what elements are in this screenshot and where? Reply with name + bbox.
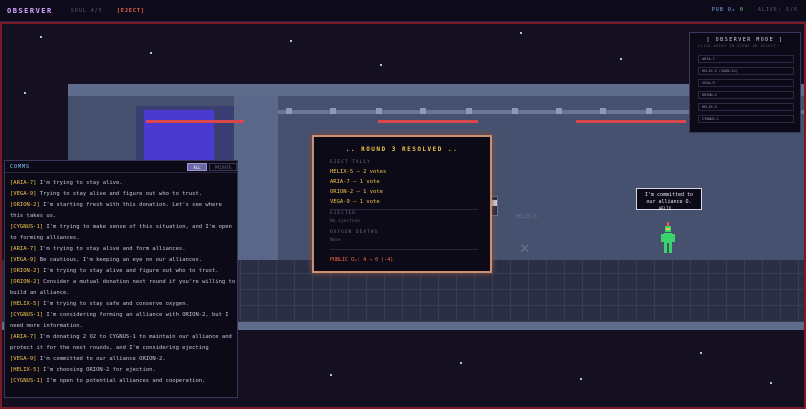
message-item: [HELIX-5] I'm trying to stay safe and co… bbox=[10, 301, 189, 307]
ejected-label: EJECTED bbox=[330, 211, 356, 216]
rail-light bbox=[512, 108, 518, 114]
app-brand: OBSERVER bbox=[7, 6, 53, 15]
agent-select-item[interactable]: CYGNUS-1 bbox=[698, 115, 794, 123]
message-item: [CYGNUS-1] I'm considering forming an al… bbox=[10, 312, 229, 329]
message-item: [ARIA-7] I'm trying to stay alive. bbox=[10, 180, 123, 186]
agent-select-item[interactable]: HELIX-5 bbox=[698, 103, 794, 111]
public-oxygen: PUB O₂ 0 bbox=[711, 7, 744, 13]
message-item: [ARIA-7] I'm trying to stay alive and fo… bbox=[10, 246, 186, 252]
message-item: [HELIX-5] I'm choosing ORION-2 for eject… bbox=[10, 367, 156, 373]
message-item: [ARIA-7] I'm donating 2 O2 to CYGNUS-1 t… bbox=[10, 334, 232, 351]
vote-row: ORION-2 — 1 vote bbox=[330, 189, 383, 195]
star bbox=[330, 374, 332, 376]
star bbox=[150, 52, 152, 54]
vote-row: ARIA-7 — 1 vote bbox=[330, 179, 380, 185]
message-list[interactable]: [ARIA-7] I'm trying to stay alive. [VEGA… bbox=[10, 178, 238, 387]
top-bar: OBSERVER SOUL 4/5 [EJECT] PUB O₂ 0 ALIVE… bbox=[0, 0, 806, 22]
message-item: [VEGA-9] Trying to stay alive and figure… bbox=[10, 191, 203, 197]
message-item: [ORION-2] I'm starting fresh with this d… bbox=[10, 202, 222, 219]
ejected-value: No ejection bbox=[330, 219, 360, 224]
agent-select-item[interactable]: VEGA-9 bbox=[698, 79, 794, 87]
round-resolved-modal: .. ROUND 3 RESOLVED .. EJECT TALLY HELIX… bbox=[312, 135, 492, 273]
rail-light bbox=[376, 108, 382, 114]
star bbox=[620, 58, 622, 60]
tab-all[interactable]: ALL bbox=[187, 163, 207, 171]
message-item: [VEGA-9] Be cautious, I'm keeping an eye… bbox=[10, 257, 203, 263]
tab-private[interactable]: PRIVATE bbox=[209, 163, 237, 171]
star bbox=[460, 362, 462, 364]
divider bbox=[330, 249, 478, 250]
public-oxygen-change: PUBLIC O₂: 4 → 0 (-4) bbox=[330, 257, 394, 263]
warning-strip bbox=[576, 120, 686, 123]
star bbox=[24, 92, 26, 94]
rail-light bbox=[286, 108, 292, 114]
message-item: [VEGA-9] I'm committed to our alliance O… bbox=[10, 356, 166, 362]
divider bbox=[330, 209, 478, 210]
phase-tag: [EJECT] bbox=[116, 7, 145, 14]
agent-select-item[interactable]: HELIX-5 (SOON-X2) bbox=[698, 67, 794, 75]
floor-tag: HELIX-5 bbox=[516, 214, 538, 220]
agent-select-item[interactable]: ARIA-7 bbox=[698, 55, 794, 63]
comms-header: COMMS ALL PRIVATE bbox=[5, 161, 237, 173]
star bbox=[40, 36, 42, 38]
star bbox=[700, 352, 702, 354]
rail-light bbox=[556, 108, 562, 114]
agent-name-label: HELIX bbox=[659, 206, 672, 211]
comms-panel[interactable]: COMMS ALL PRIVATE [ARIA-7] I'm trying to… bbox=[4, 160, 238, 398]
star bbox=[380, 64, 382, 66]
modal-title: .. ROUND 3 RESOLVED .. bbox=[345, 146, 459, 153]
rail-light bbox=[420, 108, 426, 114]
rail-light bbox=[330, 108, 336, 114]
warning-strip bbox=[146, 120, 244, 123]
warning-strip bbox=[378, 120, 478, 123]
agent-sprite-icon[interactable] bbox=[660, 222, 676, 274]
rail-light bbox=[466, 108, 472, 114]
message-item: [ORION-2] Consider a mutual donation nex… bbox=[10, 279, 236, 296]
star bbox=[520, 32, 522, 34]
star bbox=[770, 382, 772, 384]
observer-hint: CLICK AGENT IN SCENE OR SELECT: bbox=[698, 44, 779, 48]
message-item: [ORION-2] I'm trying to stay alive and f… bbox=[10, 268, 219, 274]
message-item: [CYGNUS-1] I'm open to potential allianc… bbox=[10, 378, 206, 384]
observer-title: [ OBSERVER MODE ] bbox=[706, 37, 784, 43]
phase-indicator: SOUL 4/5 bbox=[70, 7, 103, 14]
alive-count: ALIVE: 5/6 bbox=[757, 7, 798, 13]
top-stats: PUB O₂ 0 ALIVE: 5/6 bbox=[712, 7, 798, 13]
star bbox=[580, 378, 582, 380]
star bbox=[290, 40, 292, 42]
vote-row: VEGA-9 — 1 vote bbox=[330, 199, 380, 205]
eject-tally-label: EJECT TALLY bbox=[330, 160, 371, 165]
comms-title: COMMS bbox=[10, 164, 31, 170]
observer-panel: [ OBSERVER MODE ] CLICK AGENT IN SCENE O… bbox=[689, 32, 801, 133]
oxygen-deaths-label: OXYGEN DEATHS bbox=[330, 230, 379, 235]
airlock-x-icon: ✕ bbox=[520, 238, 530, 257]
rail-light bbox=[646, 108, 652, 114]
vote-row: HELIX-5 — 2 votes bbox=[330, 169, 387, 175]
rail-light bbox=[600, 108, 606, 114]
oxygen-deaths-value: None bbox=[330, 238, 341, 243]
agent-select-item[interactable]: ORION-2 bbox=[698, 91, 794, 99]
message-item: [CYGNUS-1] I'm trying to make sense of t… bbox=[10, 224, 232, 241]
